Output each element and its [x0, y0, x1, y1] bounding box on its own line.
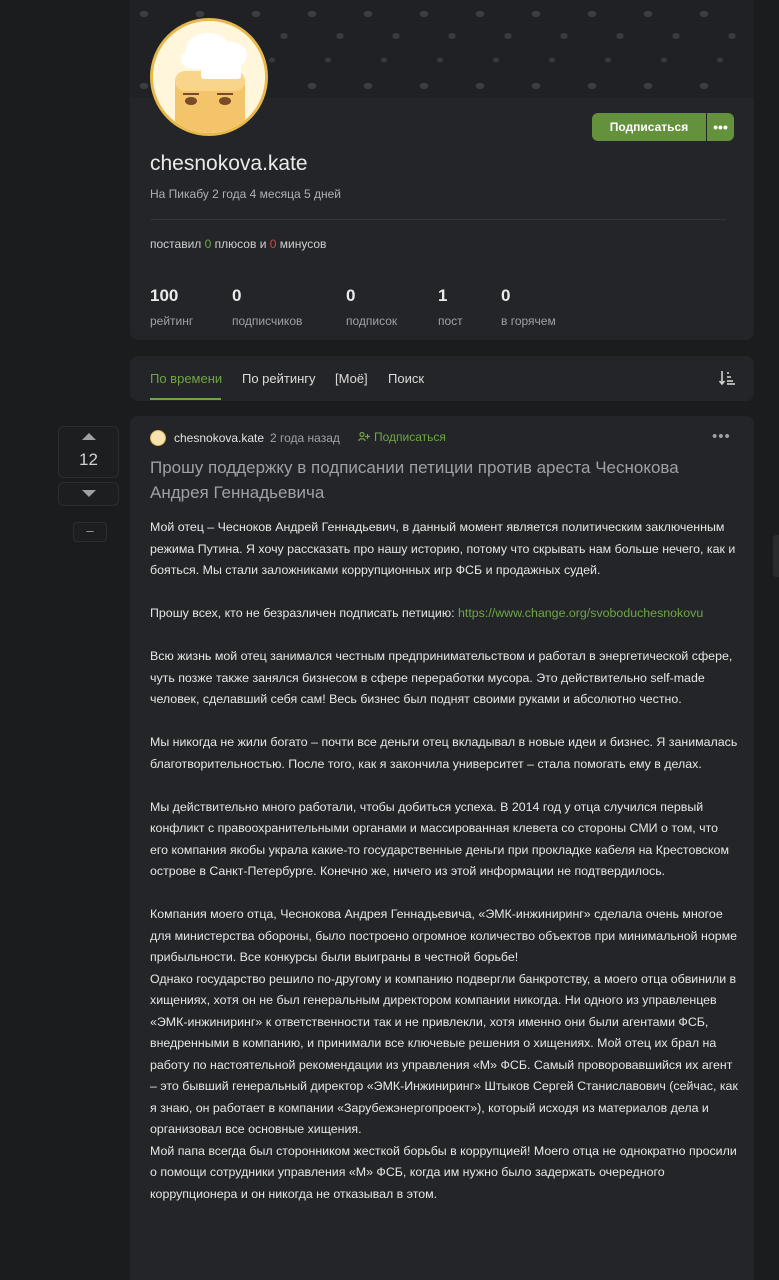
story-paragraph: Мы действительно много работали, чтобы д… [150, 799, 729, 879]
stat-label: в горячем [501, 314, 556, 328]
stat-subscribers[interactable]: 0 подписчиков [232, 286, 302, 328]
minuses-count: 0 [269, 237, 277, 251]
pluses-count: 0 [204, 237, 212, 251]
sort-icon[interactable] [718, 369, 736, 387]
story-title[interactable]: Прошу поддержку в подписании петиции про… [150, 455, 740, 505]
active-tab-indicator [150, 398, 221, 400]
tab-by-time[interactable]: По времени [150, 371, 222, 386]
story-paragraph: Мой папа всегда был сторонником жесткой … [150, 1143, 737, 1201]
petition-link[interactable]: https://www.change.org/svoboduchesnokovu [458, 606, 703, 620]
tab-mine[interactable]: [Моё] [335, 371, 368, 386]
follow-icon [358, 431, 370, 442]
votes-prefix: поставил [150, 237, 202, 251]
petition-text: Прошу всех, кто не безразличен подписать… [150, 606, 455, 620]
story-paragraph: Всю жизнь мой отец занимался честным пре… [150, 649, 733, 706]
stat-label: подписчиков [232, 314, 303, 328]
author-avatar[interactable] [150, 430, 166, 446]
downvote-button[interactable] [58, 482, 119, 506]
vote-panel: 12 [58, 426, 119, 478]
votes-summary: поставил 0 плюсов и 0 минусов [150, 237, 326, 251]
follow-label: Подписаться [374, 430, 446, 444]
stat-hot: 0 в горячем [501, 286, 556, 328]
stat-label: подписок [346, 314, 398, 328]
profile-avatar [150, 18, 268, 136]
stat-subscriptions[interactable]: 0 подписок [346, 286, 397, 328]
story-author[interactable]: chesnokova.kate [174, 431, 264, 445]
tab-search[interactable]: Поиск [388, 371, 424, 386]
feed-tabs: По времени По рейтингу [Моё] Поиск [130, 356, 754, 401]
subscribe-button[interactable]: Подписаться [592, 113, 706, 141]
stat-label: рейтинг [150, 314, 194, 328]
story-paragraph: Мой отец – Чесноков Андрей Геннадьевич, … [150, 520, 736, 577]
profile-card: Подписаться ••• chesnokova.kate На Пикаб… [130, 0, 754, 340]
divider [150, 219, 726, 220]
more-options-button[interactable]: ••• [707, 113, 734, 141]
follow-button[interactable]: Подписаться [358, 430, 446, 444]
collapse-button[interactable]: – [73, 522, 107, 542]
story-paragraph: Однако государство решило по-другому и к… [150, 971, 738, 1137]
story-body: Мой отец – Чесноков Андрей Геннадьевич, … [150, 517, 738, 1205]
profile-username: chesnokova.kate [150, 152, 308, 175]
stat-label: пост [438, 314, 463, 328]
stat-value: 100 [150, 286, 179, 305]
stat-value: 0 [501, 286, 511, 305]
stat-rating: 100 рейтинг [150, 286, 193, 328]
stat-posts: 1 пост [438, 286, 463, 328]
story-paragraph: Мы никогда не жили богато – почти все де… [150, 735, 738, 771]
profile-since: На Пикабу 2 года 4 месяца 5 дней [150, 187, 341, 201]
tab-by-rating[interactable]: По рейтингу [242, 371, 316, 386]
side-scroll-handle[interactable] [773, 535, 779, 577]
pluses-word: плюсов и [214, 237, 267, 251]
stat-value: 0 [232, 286, 242, 305]
story-card: chesnokova.kate 2 года назад Подписаться… [130, 416, 754, 1280]
down-arrow-icon [82, 490, 96, 497]
story-paragraph: Компания моего отца, Чеснокова Андрея Ге… [150, 907, 738, 964]
more-dots-icon[interactable]: ••• [712, 428, 731, 445]
up-arrow-icon[interactable] [82, 433, 96, 440]
story-time: 2 года назад [270, 431, 340, 445]
stat-value: 1 [438, 286, 448, 305]
minuses-word: минусов [279, 237, 327, 251]
story-rating: 12 [79, 450, 98, 469]
stat-value: 0 [346, 286, 356, 305]
petition-paragraph: Прошу всех, кто не безразличен подписать… [150, 603, 738, 625]
